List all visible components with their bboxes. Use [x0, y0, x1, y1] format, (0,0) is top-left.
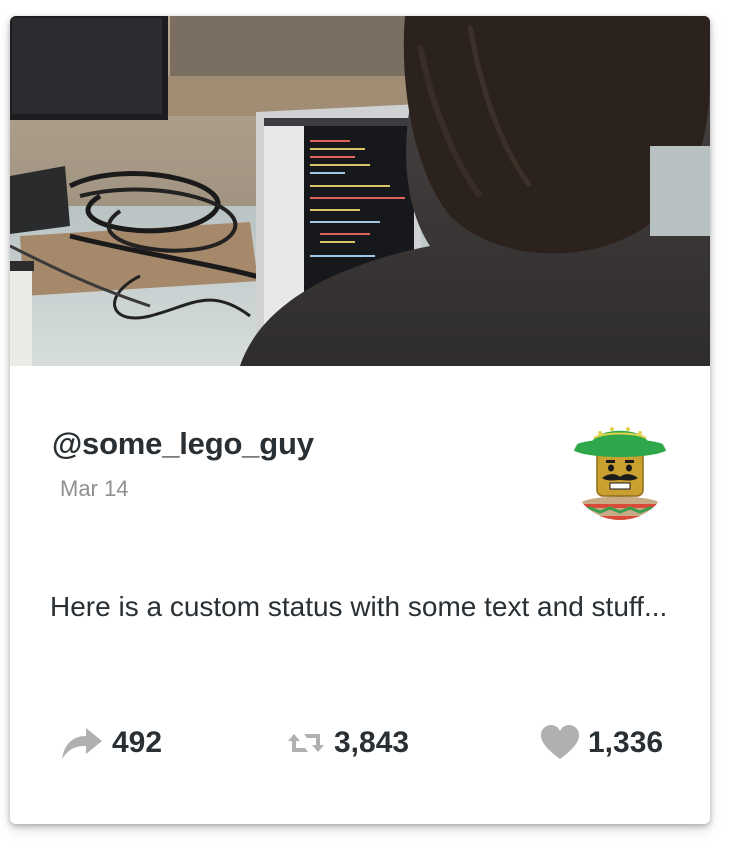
share-count: 492 — [112, 726, 163, 759]
user-handle[interactable]: @some_lego_guy — [52, 426, 314, 462]
status-card[interactable]: @some_lego_guy Mar 14 Here is a custom s… — [10, 16, 710, 824]
action-bar: 492 3,843 1,336 — [10, 721, 710, 765]
status-text: Here is a custom status with some text a… — [50, 591, 668, 622]
like-button[interactable]: 1,336 — [540, 721, 663, 765]
like-count: 1,336 — [588, 726, 664, 759]
share-button[interactable]: 492 — [60, 721, 162, 765]
share-arrow-icon — [60, 725, 104, 761]
hero-image — [10, 16, 710, 366]
avatar[interactable] — [570, 420, 670, 520]
heart-icon — [540, 725, 580, 761]
post-date: Mar 14 — [60, 476, 129, 501]
retweet-button[interactable]: 3,843 — [286, 721, 409, 765]
retweet-count: 3,843 — [334, 726, 410, 759]
retweet-icon — [286, 728, 326, 758]
